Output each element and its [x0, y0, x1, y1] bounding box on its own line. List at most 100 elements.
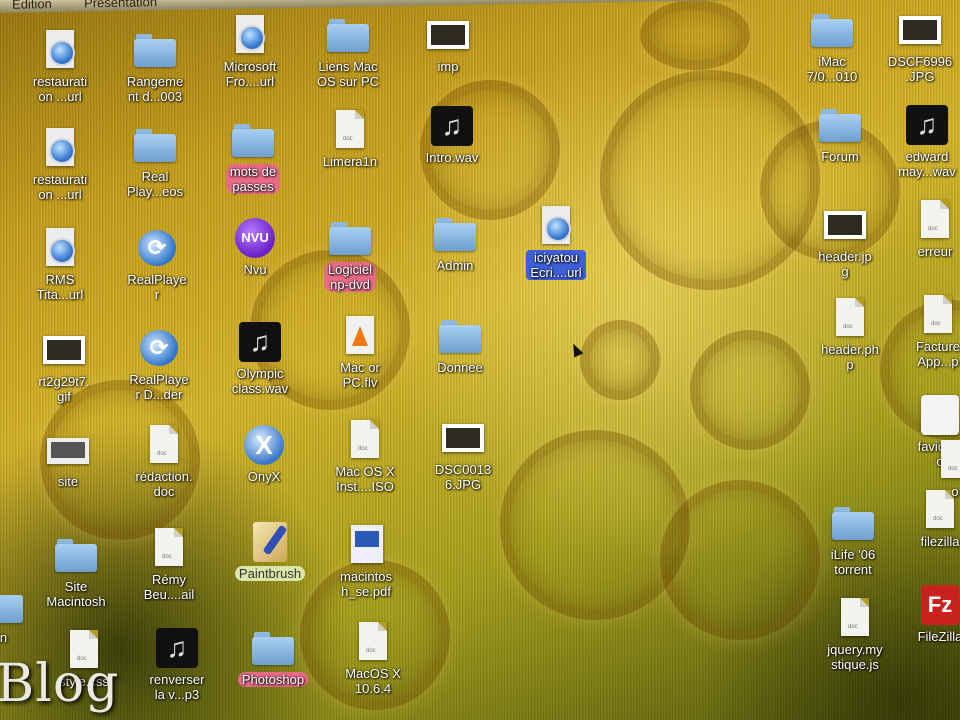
desktop-icon-label[interactable]: jquery.my stique.js: [823, 642, 886, 672]
ilife-torrent-folder-icon[interactable]: [832, 503, 874, 543]
desktop-icon[interactable]: NVU Nvu: [205, 218, 305, 279]
paintbrush-app-icon[interactable]: [249, 522, 291, 562]
desktop-icon[interactable]: DSC0013 6.JPG: [413, 418, 513, 494]
desktop-icon-label[interactable]: DSCF6996 .JPG: [884, 54, 956, 84]
facture-app-icon[interactable]: doc: [917, 295, 959, 335]
desktop-icon-label[interactable]: Paintbrush: [234, 566, 306, 581]
desktop-icon[interactable]: imp: [398, 15, 498, 76]
desktop-icon[interactable]: Donnee: [410, 316, 510, 377]
desktop-icon-label[interactable]: erreur: [914, 244, 957, 259]
desktop-icon-label[interactable]: Rémy Beu....ail: [140, 572, 199, 602]
admin-folder-icon[interactable]: [434, 214, 476, 254]
desktop-icon-label[interactable]: Donnee: [433, 360, 487, 375]
menu-presentation[interactable]: Présentation: [84, 0, 157, 11]
imac-folder-icon[interactable]: [811, 10, 853, 50]
desktop-icon[interactable]: ♫ edward may...wav: [877, 105, 960, 181]
olympic-wav-icon[interactable]: ♫: [239, 322, 281, 362]
edward-may-wav-icon[interactable]: ♫: [906, 105, 948, 145]
desktop-icon[interactable]: Real Play...eos: [105, 125, 205, 201]
desktop-icon-label[interactable]: rédaction. doc: [131, 469, 196, 499]
desktop-icon[interactable]: doc erreur: [885, 200, 960, 261]
jquery-js-icon[interactable]: doc: [834, 598, 876, 638]
desktop-icon[interactable]: Forum: [790, 105, 890, 166]
desktop-icon[interactable]: iciyatou Ecri....url: [506, 206, 606, 282]
forum-folder-icon[interactable]: [819, 105, 861, 145]
desktop-icon-label[interactable]: Forum: [817, 149, 863, 164]
site-icon[interactable]: [47, 430, 89, 470]
desktop-icon[interactable]: iMac 7/0...010: [782, 10, 882, 86]
desktop-icon[interactable]: doc rédaction. doc: [114, 425, 214, 501]
nvu-app-icon[interactable]: NVU: [234, 218, 276, 258]
desktop-icon[interactable]: doc Mac OS X Inst....ISO: [315, 420, 415, 496]
site-macintosh-folder-icon[interactable]: [55, 535, 97, 575]
desktop-icon-label[interactable]: Liens Mac OS sur PC: [313, 59, 383, 89]
imp-image-icon[interactable]: [427, 15, 469, 55]
desktop-icon[interactable]: doc Facture App...p: [888, 295, 960, 371]
desktop-icon[interactable]: Paintbrush: [220, 522, 320, 583]
restaurant-url-icon[interactable]: [39, 128, 81, 168]
desktop-icon[interactable]: ♫ Intro.wav: [402, 106, 502, 167]
desktop-icon-label[interactable]: Intro.wav: [422, 150, 483, 165]
desktop-icon[interactable]: Fz FileZilla: [890, 585, 960, 646]
filezilla-app-icon[interactable]: Fz: [919, 585, 960, 625]
mac-or-pc-flv-icon[interactable]: [339, 316, 381, 356]
partial-left-icon[interactable]: [0, 586, 23, 626]
desktop-icon-label[interactable]: Site Macintosh: [42, 579, 109, 609]
desktop[interactable]: Édition Présentation restaurati on ...ur…: [0, 0, 960, 720]
remy-email-icon[interactable]: doc: [148, 528, 190, 568]
erreur-doc-icon[interactable]: doc: [914, 200, 956, 240]
rms-url-icon[interactable]: [39, 228, 81, 268]
realplayer-app-icon[interactable]: ⟳: [136, 228, 178, 268]
menu-edition[interactable]: Édition: [12, 0, 52, 12]
desktop-icon[interactable]: doc MacOS X 10.6.4: [323, 622, 423, 698]
desktop-icon-label[interactable]: iciyatou Ecri....url: [526, 250, 586, 280]
desktop-icon-label[interactable]: Mac OS X Inst....ISO: [331, 464, 398, 494]
desktop-icon[interactable]: header.jp g: [795, 205, 895, 281]
renverser-mp3-icon[interactable]: ♫: [156, 628, 198, 668]
desktop-icon-label[interactable]: site: [54, 474, 82, 489]
desktop-icon[interactable]: rt2g29t7. gif: [14, 330, 114, 406]
desktop-icon-label[interactable]: Facture App...p: [912, 339, 960, 369]
dscf6996-image-icon[interactable]: [899, 10, 941, 50]
desktop-icon-label[interactable]: restaurati on ...url: [29, 172, 91, 202]
desktop-icon[interactable]: in: [0, 586, 52, 647]
desktop-icon-label[interactable]: Microsoft Fro....url: [220, 59, 281, 89]
desktop-icon[interactable]: Admin: [405, 214, 505, 275]
realplayer-downloader-icon[interactable]: ⟳: [138, 328, 180, 368]
desktop-icon-label[interactable]: DSC0013 6.JPG: [431, 462, 495, 492]
header-jpg-icon[interactable]: [824, 205, 866, 245]
desktop-icon[interactable]: ⟳ RealPlaye r: [107, 228, 207, 304]
rangement-folder-icon[interactable]: [134, 30, 176, 70]
desktop-icon-label[interactable]: iMac 7/0...010: [803, 54, 862, 84]
macos-x-1064-icon[interactable]: doc: [352, 622, 394, 662]
desktop-icon-label[interactable]: edward may...wav: [894, 149, 960, 179]
desktop-icon-label[interactable]: Mac or PC.flv: [336, 360, 384, 390]
donnee-folder-icon[interactable]: [439, 316, 481, 356]
iciyatou-url-icon[interactable]: [535, 206, 577, 246]
desktop-icon[interactable]: ♫ renverser la v...p3: [127, 628, 227, 704]
macos-iso-icon[interactable]: doc: [344, 420, 386, 460]
desktop-icon-label[interactable]: RealPlaye r: [123, 272, 190, 302]
desktop-icon-label[interactable]: macintos h_se.pdf: [336, 569, 396, 599]
desktop-icon-label[interactable]: Rangeme nt d...003: [123, 74, 187, 104]
desktop-icon[interactable]: iLife '06 torrent: [803, 503, 903, 579]
desktop-icon[interactable]: Rangeme nt d...003: [105, 30, 205, 106]
desktop-icon[interactable]: ♫ Olympic class.wav: [210, 322, 310, 398]
desktop-icon-label[interactable]: filezilla: [916, 534, 960, 549]
microsoft-url-icon[interactable]: [229, 15, 271, 55]
desktop-icon-label[interactable]: header.ph p: [817, 342, 883, 372]
desktop-icon[interactable]: RMS Tita...url: [10, 228, 110, 304]
desktop-icon[interactable]: ⟳ RealPlaye r D...der: [109, 328, 209, 404]
desktop-icon-label[interactable]: renverser la v...p3: [146, 672, 209, 702]
desktop-icon[interactable]: doc header.ph p: [800, 298, 900, 374]
liens-mac-folder-icon[interactable]: [327, 15, 369, 55]
desktop-icon-label[interactable]: Olympic class.wav: [228, 366, 292, 396]
desktop-icon-label[interactable]: in: [0, 630, 11, 645]
logiciel-folder-icon[interactable]: [329, 218, 371, 258]
desktop-icon[interactable]: doc Limera1n: [300, 110, 400, 171]
dsc00136-jpg-icon[interactable]: [442, 418, 484, 458]
desktop-icon-label[interactable]: mots de passes: [225, 164, 281, 194]
mots-de-passes-folder-icon[interactable]: [232, 120, 274, 160]
restaurant-url-icon[interactable]: [39, 30, 81, 70]
desktop-icon[interactable]: macintos h_se.pdf: [316, 525, 416, 601]
